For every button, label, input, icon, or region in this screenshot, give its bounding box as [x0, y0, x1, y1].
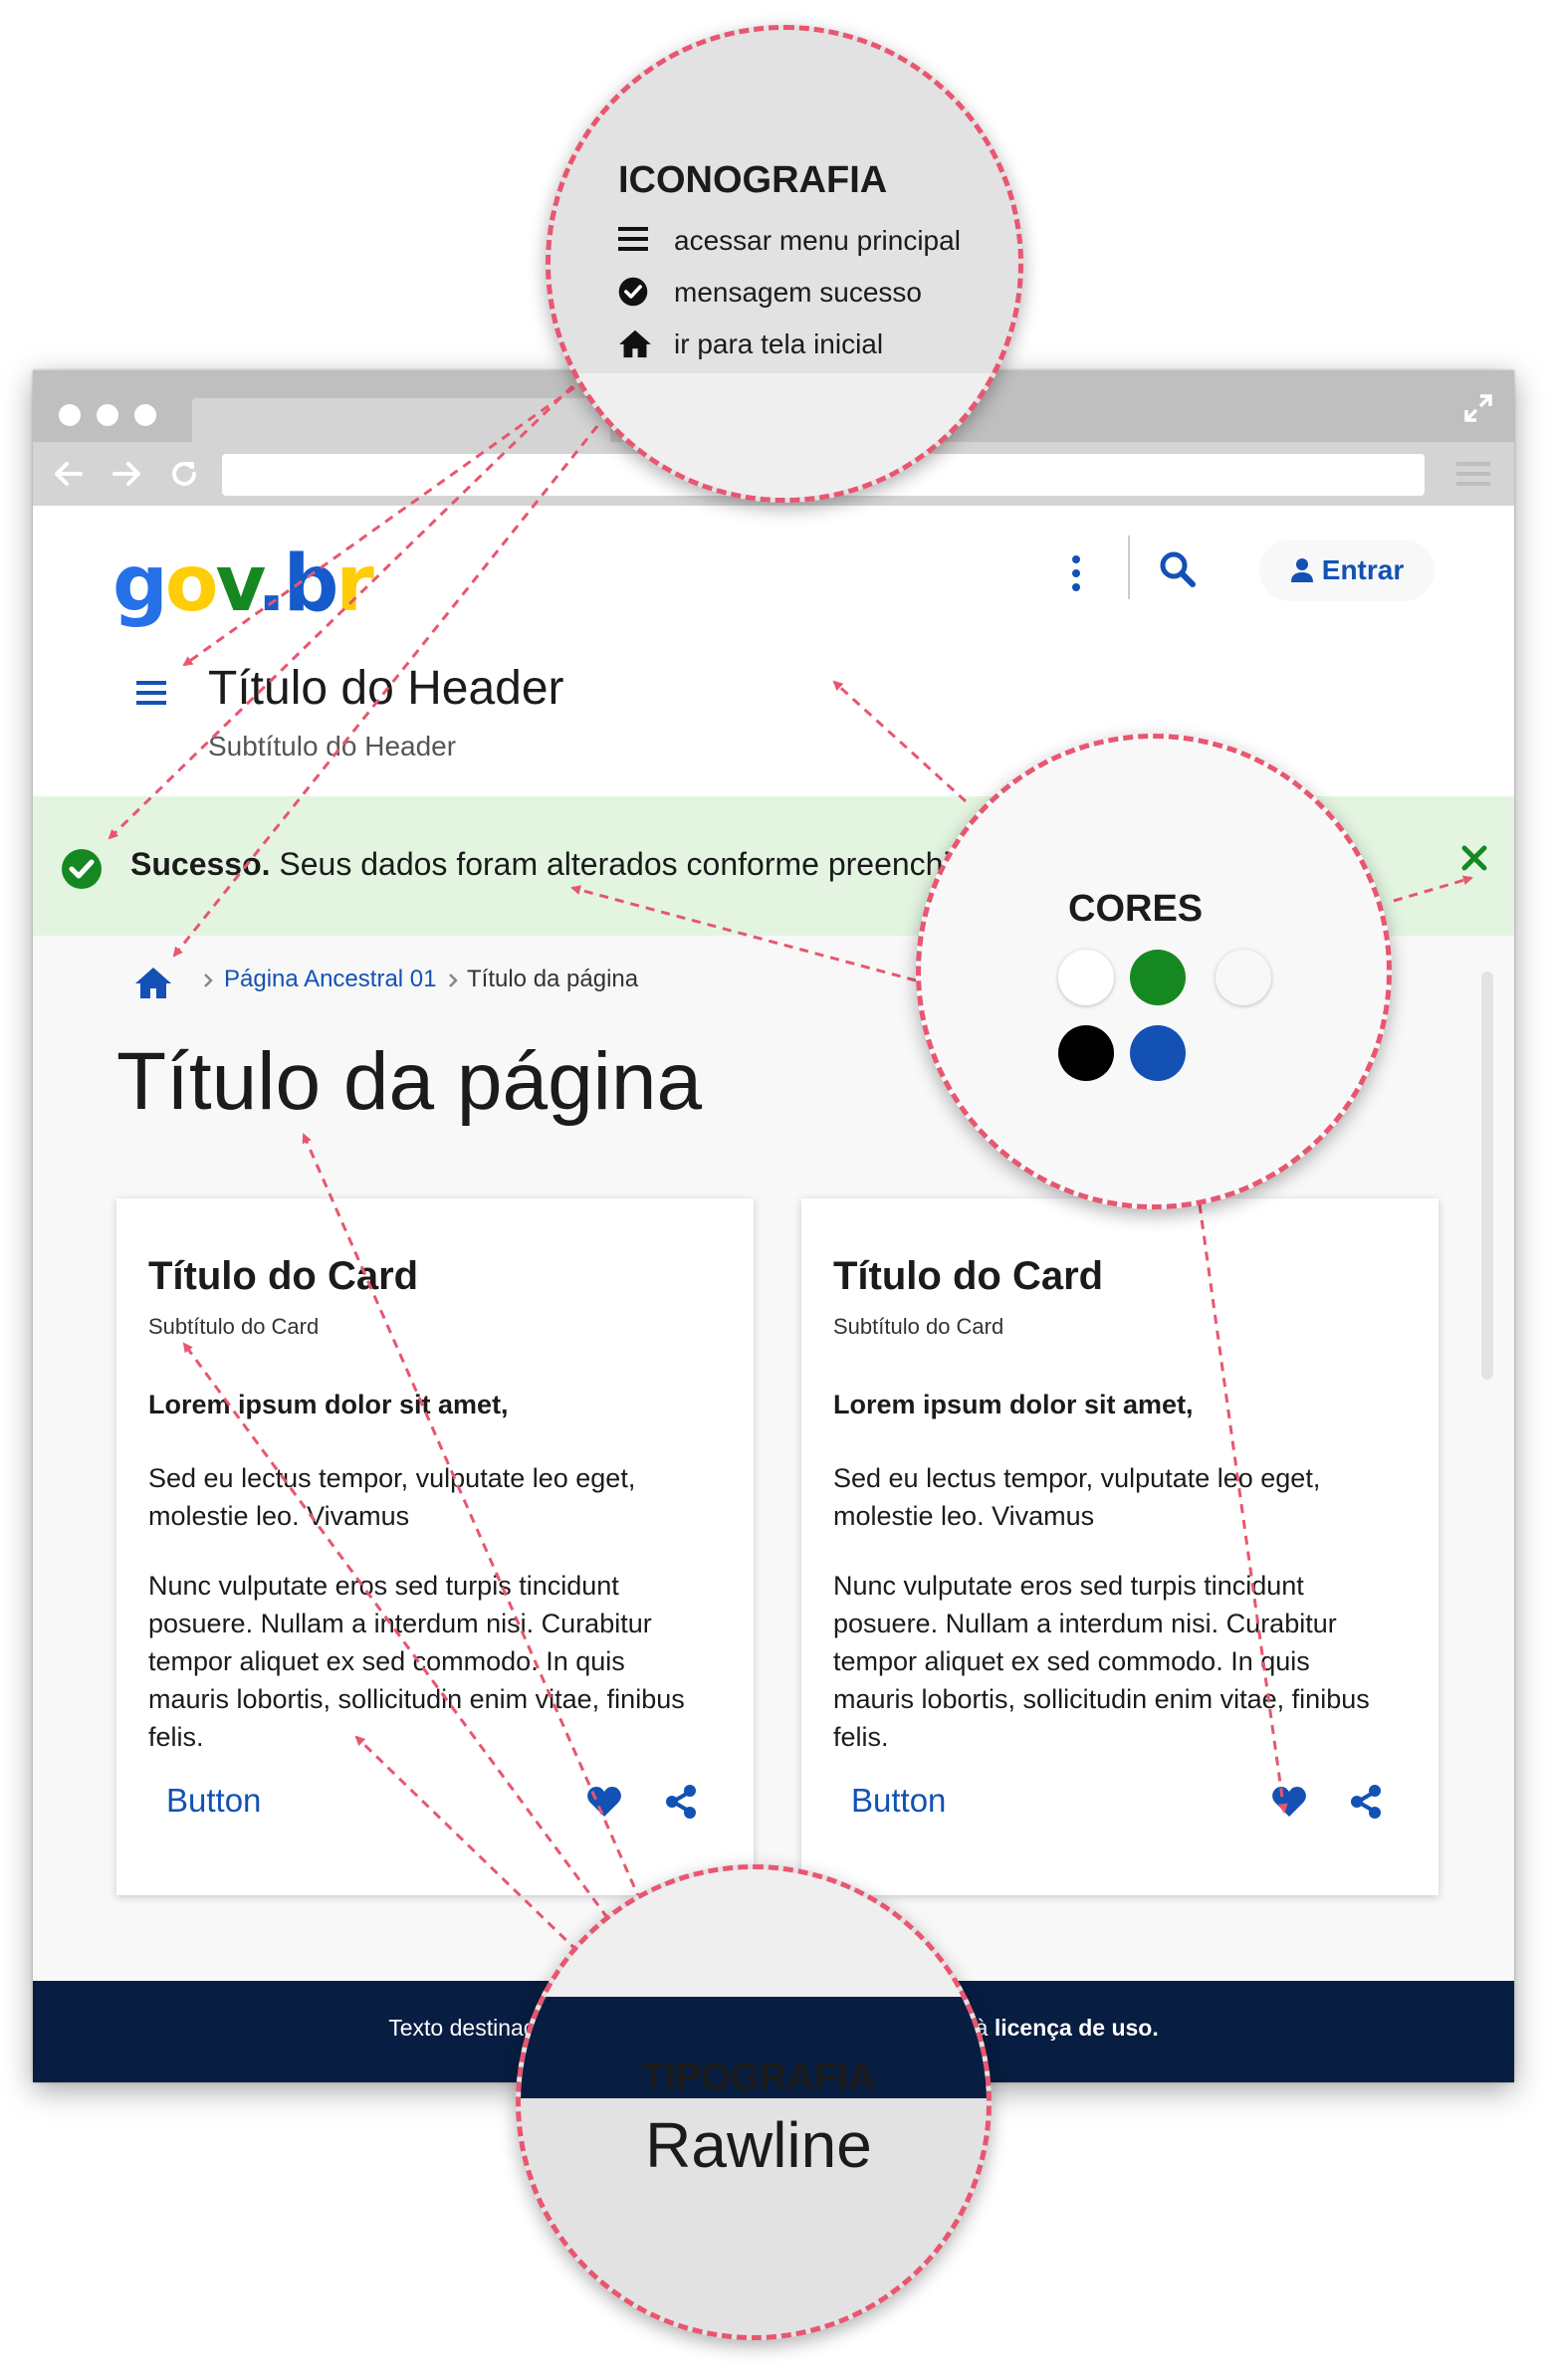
alert-message: Sucesso. Seus dados foram alterados conf…	[130, 846, 1047, 883]
callout-title: TIPOGRAFIA	[641, 2056, 876, 2098]
color-swatch-blue	[1130, 1025, 1186, 1081]
window-dot[interactable]	[59, 404, 81, 426]
color-swatch-white	[1058, 950, 1114, 1005]
govbr-logo[interactable]: gov.br	[112, 530, 374, 639]
callout-background	[551, 373, 1018, 498]
window-dot[interactable]	[97, 404, 118, 426]
browser-window: gov.br Entrar Título do Header Subtítulo…	[33, 370, 1514, 2082]
login-label: Entrar	[1321, 554, 1405, 585]
card-paragraph: Nunc vulputate eros sed turpis tincidunt…	[148, 1571, 685, 1752]
card-subtitle: Subtítulo do Card	[148, 1314, 320, 1339]
check-circle-icon	[62, 849, 102, 889]
window-dot[interactable]	[134, 404, 156, 426]
expand-icon[interactable]	[1462, 392, 1494, 424]
back-arrow-icon[interactable]	[51, 456, 87, 492]
header-title: Título do Header	[208, 662, 564, 715]
home-icon[interactable]	[134, 966, 172, 999]
alert-strong: Sucesso.	[130, 846, 271, 882]
card-subtitle: Subtítulo do Card	[833, 1314, 1004, 1339]
card: Título do Card Subtítulo do Card Lorem i…	[116, 1198, 754, 1895]
site-header: gov.br Entrar Título do Header Subtítulo…	[33, 506, 1514, 796]
browser-tab[interactable]	[192, 398, 610, 444]
forward-arrow-icon[interactable]	[109, 456, 144, 492]
legend-item: mensagem sucesso	[618, 271, 1016, 315]
menu-icon	[618, 227, 648, 251]
reload-icon[interactable]	[166, 456, 202, 492]
card: Título do Card Subtítulo do Card Lorem i…	[801, 1198, 1438, 1895]
card-paragraph: Sed eu lectus tempor, vulputate leo eget…	[833, 1463, 1321, 1531]
chevron-right-icon	[204, 974, 213, 987]
legend-item: ir para tela inicial	[618, 323, 1016, 366]
header-divider	[1128, 536, 1130, 599]
share-icon[interactable]	[1349, 1784, 1383, 1820]
chevron-right-icon	[449, 974, 458, 987]
iconografia-callout: ICONOGRAFIA acessar menu principal mensa…	[546, 25, 1023, 503]
page-title: Título da página	[116, 1036, 703, 1127]
menu-icon[interactable]	[136, 679, 166, 707]
card-lead: Lorem ipsum dolor sit amet,	[148, 1390, 509, 1419]
heart-icon[interactable]	[1271, 1786, 1307, 1818]
browser-menu-icon[interactable]	[1456, 458, 1490, 490]
card-paragraph: Sed eu lectus tempor, vulputate leo eget…	[148, 1463, 636, 1531]
legend-label: acessar menu principal	[674, 225, 961, 256]
share-icon[interactable]	[664, 1784, 698, 1820]
callout-background	[521, 1869, 987, 1997]
legend-label: ir para tela inicial	[674, 328, 884, 359]
check-circle-icon	[618, 277, 648, 307]
legend-item: acessar menu principal	[618, 219, 1016, 263]
card-paragraph: Nunc vulputate eros sed turpis tincidunt…	[833, 1571, 1370, 1752]
more-options-icon[interactable]	[1066, 553, 1086, 593]
card-button[interactable]: Button	[851, 1782, 946, 1820]
heart-icon[interactable]	[586, 1786, 622, 1818]
callout-title: ICONOGRAFIA	[618, 159, 888, 201]
close-icon[interactable]	[1458, 842, 1490, 874]
login-button[interactable]: Entrar	[1259, 540, 1435, 601]
card-lead: Lorem ipsum dolor sit amet,	[833, 1390, 1194, 1419]
color-swatch-black	[1058, 1025, 1114, 1081]
color-swatch-green	[1130, 950, 1186, 1005]
callout-title: CORES	[1068, 888, 1204, 930]
license-link[interactable]: licença de uso.	[995, 2015, 1159, 2041]
breadcrumb-link[interactable]: Página Ancestral 01	[224, 966, 436, 993]
home-icon	[619, 329, 651, 358]
search-icon[interactable]	[1158, 549, 1198, 589]
scrollbar[interactable]	[1481, 972, 1493, 1380]
card-title: Título do Card	[148, 1254, 419, 1298]
header-subtitle: Subtítulo do Header	[208, 731, 457, 761]
card-title: Título do Card	[833, 1254, 1104, 1298]
legend-label: mensagem sucesso	[674, 277, 923, 308]
color-swatch-light-gray	[1216, 950, 1271, 1005]
alert-body: Seus dados foram alterados conforme pree…	[270, 846, 1048, 882]
tipografia-callout: TIPOGRAFIA Rawline	[516, 1864, 992, 2340]
breadcrumb-current: Título da página	[467, 966, 639, 992]
cores-callout: CORES	[916, 734, 1392, 1209]
user-icon	[1290, 558, 1313, 582]
card-button[interactable]: Button	[166, 1782, 261, 1820]
font-name: Rawline	[645, 2109, 872, 2181]
